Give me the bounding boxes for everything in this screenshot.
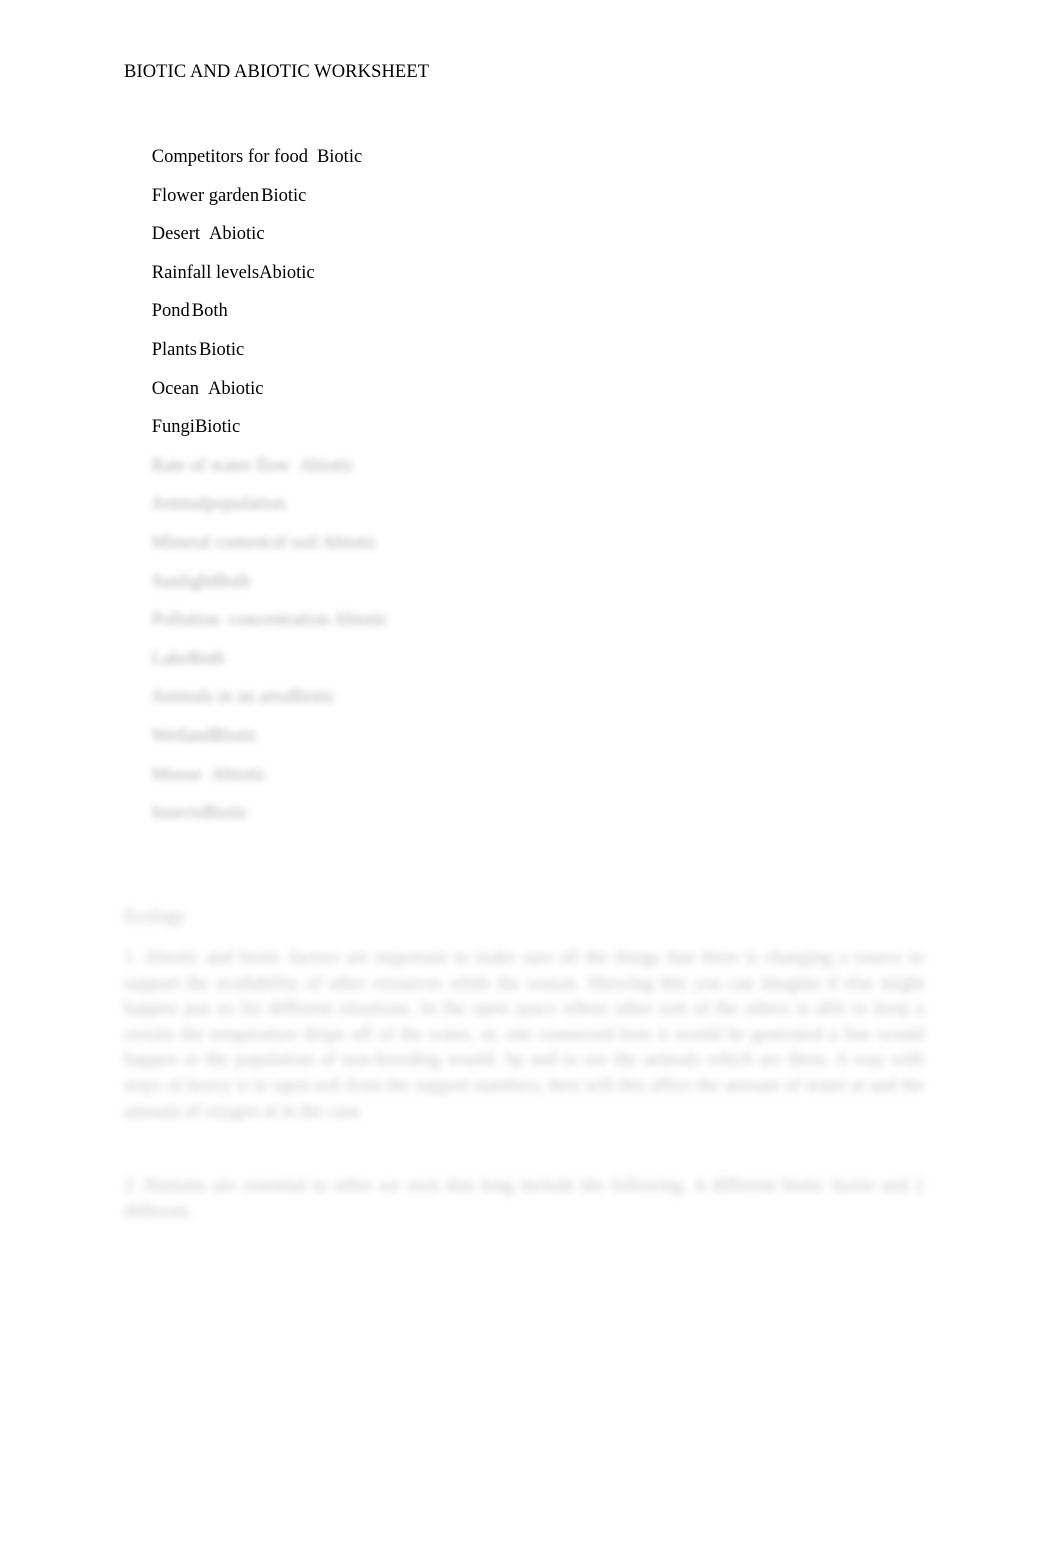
answer-term: Plants <box>151 339 197 360</box>
answer-classification: Biotic <box>316 147 363 167</box>
answer-row-obscured: Pollution concentration Abiotic <box>124 587 944 630</box>
answer-classification: Abiotic <box>208 378 264 399</box>
page-title: BIOTIC AND ABIOTIC WORKSHEET <box>124 62 430 82</box>
answer-row-obscured: Moose Abiotic <box>124 742 944 785</box>
answer-row-obscured: Animalpopulation <box>124 471 944 514</box>
answer-classification: Biotic <box>261 185 307 206</box>
answer-row: Rainfall levelsAbiotic <box>124 240 944 283</box>
ecology-paragraph-2: 2. Humans are essential to other we own … <box>124 1176 924 1222</box>
biotic-abiotic-answer-list: Competitors for food Biotic Flower garden… <box>124 124 944 823</box>
answer-row-obscured: InsectsBiotic <box>124 780 944 823</box>
answer-row: Flower garden Biotic <box>124 163 944 206</box>
answer-row-obscured: WetlandBiotic <box>124 703 944 746</box>
answer-row: Ocean Abiotic <box>124 356 944 399</box>
answer-row-obscured: Mineral content of soil Abiotic <box>124 510 944 553</box>
answer-row-obscured: Animals in an areaBiotic <box>124 664 944 707</box>
answer-row-obscured: Rate of water flow Abiotic <box>124 433 944 476</box>
answer-classification: Biotic <box>203 803 249 824</box>
answer-term: Ocean <box>151 378 199 399</box>
answer-row: FungiBiotic <box>124 394 944 437</box>
answer-term: Pond <box>151 301 190 322</box>
ecology-paragraph-1: 1. Abiotic and biotic factors are import… <box>124 948 924 1122</box>
answer-term: Competitors for food <box>151 147 308 167</box>
section-heading-ecology: Ecology <box>124 907 186 927</box>
answer-classification: Biotic <box>198 339 245 360</box>
answer-row: Pond Both <box>124 278 944 321</box>
answer-classification: Both <box>191 301 228 322</box>
answer-term: Rainfall levels <box>151 262 260 283</box>
worksheet-page: BIOTIC AND ABIOTIC WORKSHEET Competitors… <box>0 0 1062 1556</box>
answer-row: Plants Biotic <box>124 317 944 360</box>
answer-term: Insects <box>151 803 204 824</box>
answer-row: Competitors for food Biotic <box>124 124 944 167</box>
answer-row-obscured: SunlightBoth <box>124 549 944 592</box>
answer-term: Flower garden <box>151 185 260 206</box>
answer-classification: Abiotic <box>209 224 265 245</box>
answer-row-obscured: LakeBoth <box>124 626 944 669</box>
answer-row: Desert Abiotic <box>124 201 944 244</box>
answer-term: Desert <box>151 224 201 245</box>
answer-classification: Abiotic <box>259 262 315 283</box>
